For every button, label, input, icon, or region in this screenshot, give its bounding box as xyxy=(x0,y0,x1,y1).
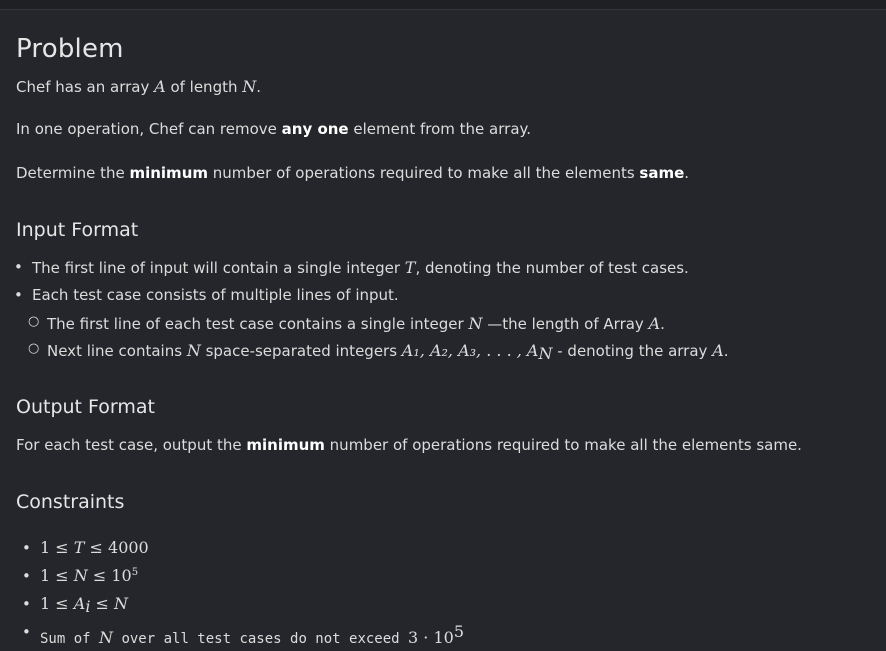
top-bar xyxy=(0,0,886,10)
bullet-dot: • xyxy=(22,623,31,641)
constraints-heading: Constraints xyxy=(16,491,125,513)
input-format-subitem-1: The first line of each test case contain… xyxy=(47,314,665,333)
problem-paragraph-2: In one operation, Chef can remove any on… xyxy=(16,120,532,138)
bullet-dot: • xyxy=(14,286,23,304)
sub-bullet-circle: ○ xyxy=(28,341,40,356)
problem-paragraph-1: Chef has an array A of length N. xyxy=(16,77,262,96)
input-format-item-1: The first line of input will contain a s… xyxy=(32,258,689,277)
constraint-4: Sum of N over all test cases do not exce… xyxy=(40,622,465,647)
sub-bullet-circle: ○ xyxy=(28,314,40,329)
bullet-dot: • xyxy=(22,595,31,613)
problem-heading: Problem xyxy=(16,34,124,64)
bullet-dot: • xyxy=(22,567,31,585)
constraint-1: 1 ≤ T ≤ 4000 xyxy=(40,538,149,557)
problem-paragraph-3: Determine the minimum number of operatio… xyxy=(16,164,690,182)
input-format-subitem-2: Next line contains N space-separated int… xyxy=(47,341,729,363)
constraint-3: 1 ≤ Ai ≤ N xyxy=(40,594,129,616)
input-format-heading: Input Format xyxy=(16,219,139,241)
output-format-paragraph: For each test case, output the minimum n… xyxy=(16,436,802,454)
constraint-2: 1 ≤ N ≤ 105 xyxy=(40,566,139,585)
output-format-heading: Output Format xyxy=(16,396,155,418)
bullet-dot: • xyxy=(22,539,31,557)
bullet-dot: • xyxy=(14,258,23,276)
input-format-item-2: Each test case consists of multiple line… xyxy=(32,286,399,304)
